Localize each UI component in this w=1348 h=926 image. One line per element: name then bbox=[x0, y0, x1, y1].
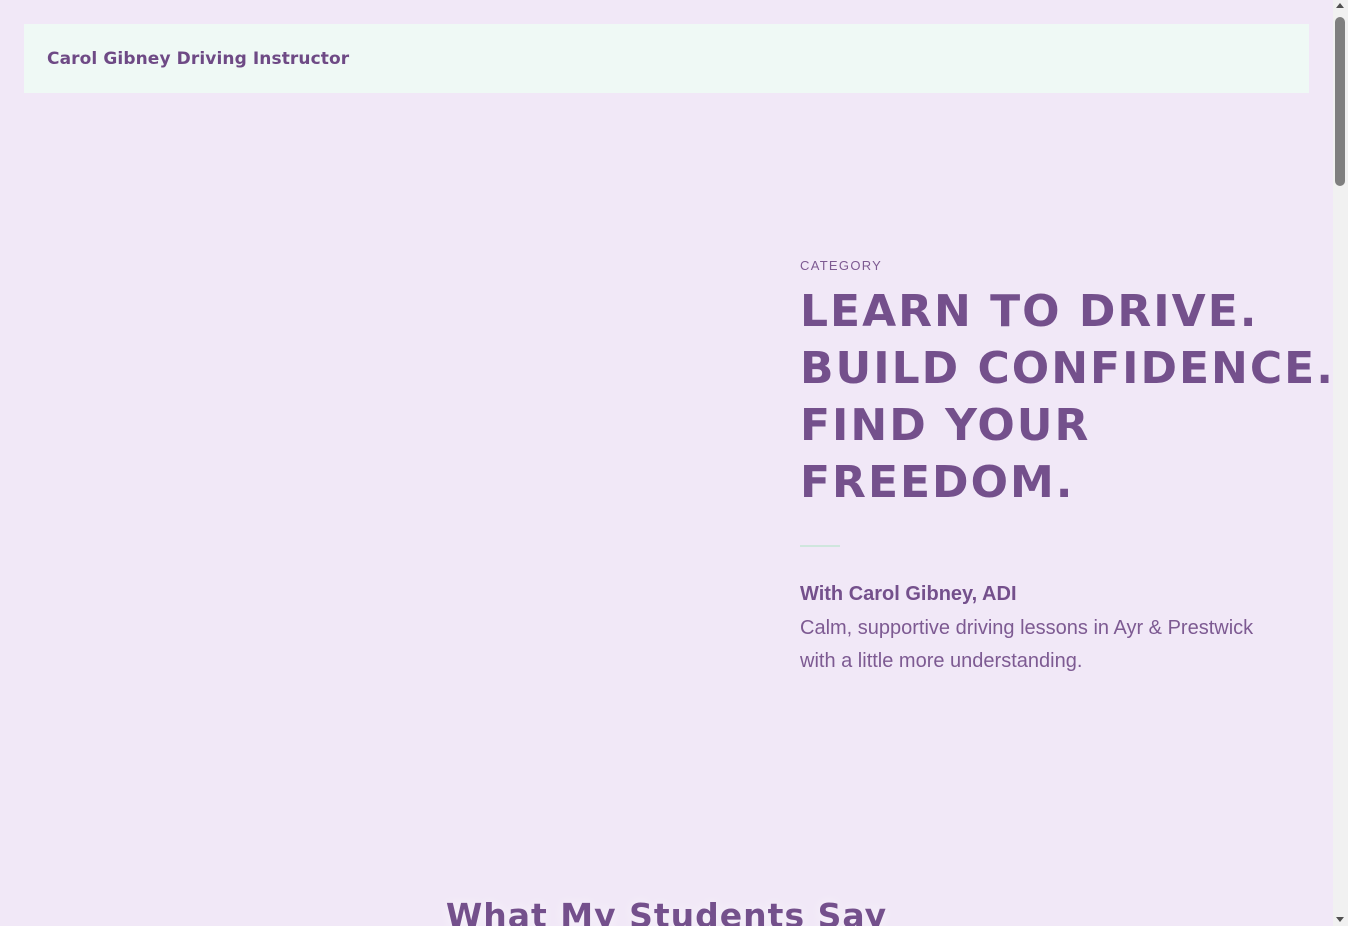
hero-byline: With Carol Gibney, ADI bbox=[800, 583, 1017, 605]
hero-tagline: Calm, supportive driving lessons in Ayr … bbox=[800, 617, 1254, 672]
scroll-down-arrow-icon[interactable] bbox=[1336, 917, 1344, 922]
hero-divider bbox=[800, 545, 840, 547]
page-viewport: Carol Gibney Driving Instructor CATEGORY… bbox=[0, 0, 1333, 926]
testimonials-heading: What My Students Say bbox=[445, 896, 888, 926]
category-label: CATEGORY bbox=[800, 258, 883, 273]
hero-headline: LEARN TO DRIVE. BUILD CONFIDENCE. FIND Y… bbox=[800, 283, 1333, 511]
hero-image bbox=[24, 130, 744, 790]
site-title-link[interactable]: Carol Gibney Driving Instructor bbox=[47, 49, 349, 69]
vertical-scrollbar[interactable] bbox=[1333, 0, 1348, 926]
headline-line: BUILD CONFIDENCE. bbox=[800, 343, 1333, 394]
headline-line: LEARN TO DRIVE. bbox=[800, 286, 1259, 337]
scroll-up-arrow-icon[interactable] bbox=[1336, 3, 1344, 8]
headline-line: FREEDOM. bbox=[800, 457, 1075, 508]
hero-section: CATEGORY LEARN TO DRIVE. BUILD CONFIDENC… bbox=[800, 258, 1333, 678]
site-header: Carol Gibney Driving Instructor bbox=[24, 24, 1309, 93]
headline-line: FIND YOUR bbox=[800, 400, 1091, 451]
scrollbar-thumb[interactable] bbox=[1335, 17, 1345, 186]
